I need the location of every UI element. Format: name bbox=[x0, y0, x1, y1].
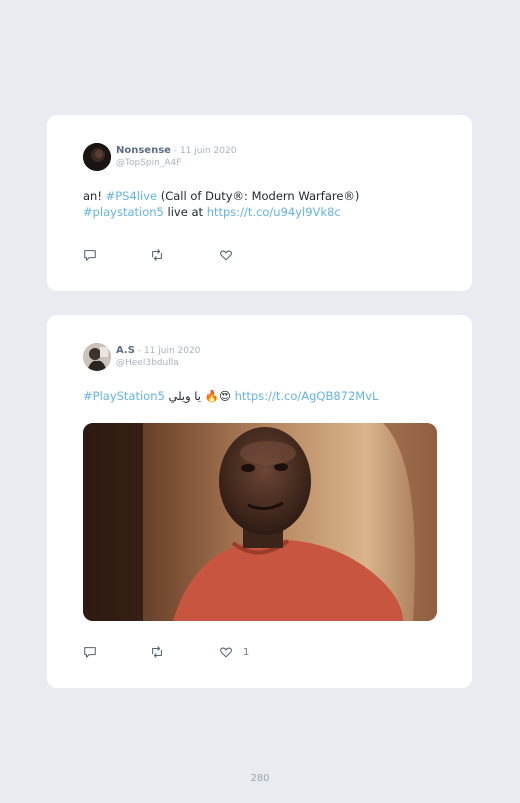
like-count: 1 bbox=[243, 646, 250, 658]
page-number: 280 bbox=[250, 773, 270, 784]
avatar[interactable] bbox=[83, 343, 111, 371]
tweet-text: live at bbox=[163, 205, 207, 219]
tweet-card: Nonsense - 11 juin 2020 @TopSpin_A4F an!… bbox=[47, 115, 472, 291]
tweet-text: an! bbox=[83, 189, 106, 203]
author-handle[interactable]: @Heel3bdulla bbox=[116, 358, 200, 369]
heart-icon bbox=[220, 250, 232, 261]
retweet-button[interactable] bbox=[150, 247, 164, 263]
author-name[interactable]: A.S bbox=[116, 345, 135, 356]
url-link[interactable]: https://t.co/AgQB872MvL bbox=[235, 389, 379, 403]
tweet-text: يا ويلي 🔥😍 bbox=[164, 389, 235, 403]
tweet-text-line: #playstation5 live at https://t.co/u94yl… bbox=[83, 204, 341, 220]
like-button[interactable] bbox=[219, 247, 243, 263]
tweet-date[interactable]: 11 juin 2020 bbox=[180, 146, 237, 156]
author-handle[interactable]: @TopSpin_A4F bbox=[116, 158, 236, 169]
tweet-media-image[interactable] bbox=[83, 423, 437, 621]
tweet-text-line: an! #PS4live (Call of Duty®: Modern Warf… bbox=[83, 188, 359, 204]
author-name[interactable]: Nonsense bbox=[116, 145, 171, 156]
meta-separator: - bbox=[170, 146, 180, 156]
hashtag-link[interactable]: #PlayStation5 bbox=[83, 389, 165, 403]
comment-icon bbox=[84, 647, 96, 658]
tweet-meta: Nonsense - 11 juin 2020 @TopSpin_A4F bbox=[116, 144, 236, 169]
tweet-card: A.S - 11 juin 2020 @Heel3bdulla #PlaySta… bbox=[47, 315, 472, 688]
comment-icon bbox=[84, 250, 96, 261]
like-button[interactable]: 1 bbox=[219, 644, 249, 660]
hashtag-link[interactable]: #playstation5 bbox=[83, 205, 164, 219]
retweet-button[interactable] bbox=[150, 644, 164, 660]
tweet-text-line: #PlayStation5 يا ويلي 🔥😍 https://t.co/Ag… bbox=[83, 388, 378, 404]
tweet-meta: A.S - 11 juin 2020 @Heel3bdulla bbox=[116, 344, 200, 369]
tweet-text: (Call of Duty®: Modern Warfare®) bbox=[157, 189, 360, 203]
tweet-actions bbox=[83, 247, 343, 263]
retweet-icon bbox=[152, 646, 162, 658]
reply-button[interactable] bbox=[83, 247, 97, 263]
avatar[interactable] bbox=[83, 143, 111, 171]
heart-icon bbox=[220, 647, 232, 658]
tweet-date[interactable]: 11 juin 2020 bbox=[144, 346, 201, 356]
url-link[interactable]: https://t.co/u94yl9Vk8c bbox=[207, 205, 341, 219]
meta-separator: - bbox=[134, 346, 144, 356]
hashtag-link[interactable]: #PS4live bbox=[106, 189, 157, 203]
retweet-icon bbox=[152, 249, 162, 261]
tweet-actions: 1 bbox=[83, 644, 343, 660]
reply-button[interactable] bbox=[83, 644, 97, 660]
